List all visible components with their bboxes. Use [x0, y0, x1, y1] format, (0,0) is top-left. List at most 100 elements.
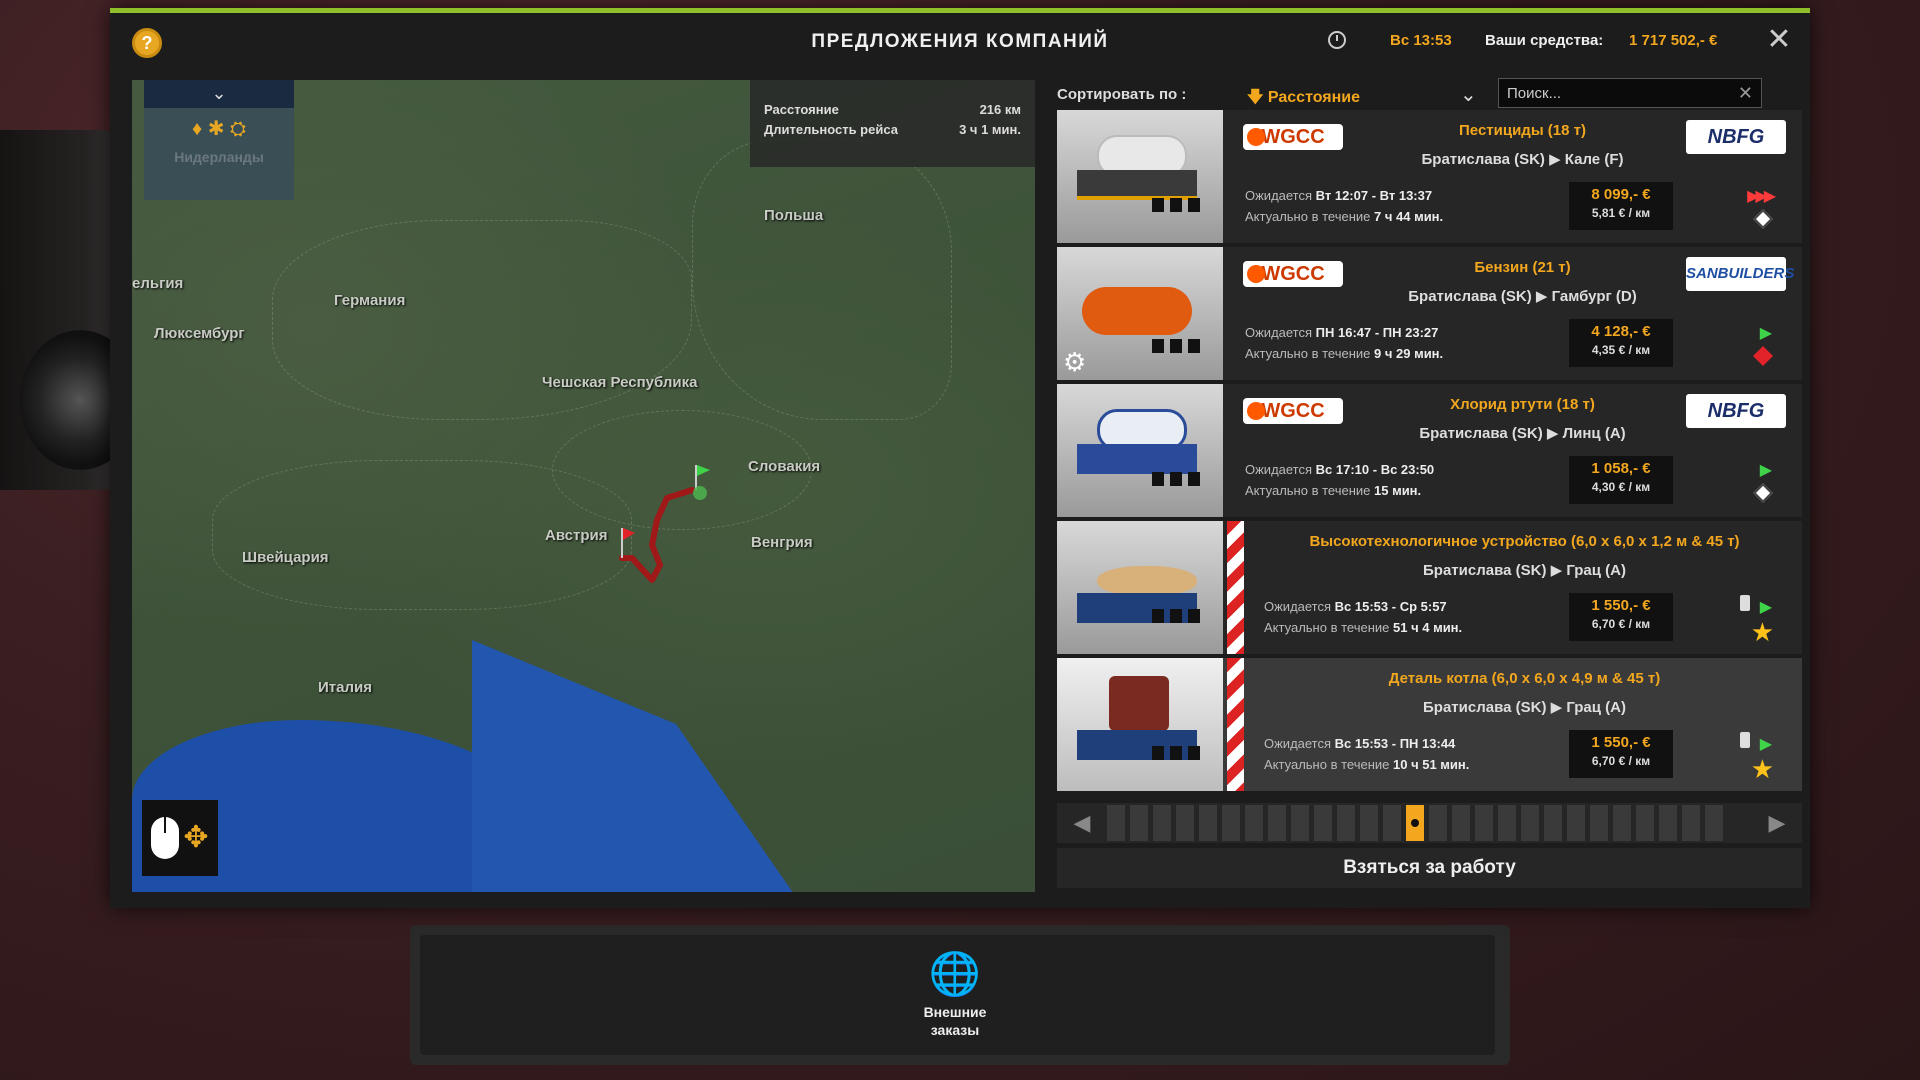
page-dot[interactable] [1682, 805, 1700, 841]
search-input[interactable]: Поиск... ✕ [1498, 78, 1762, 108]
page-dot-active[interactable] [1406, 805, 1424, 841]
cargo-name: Высокотехнологичное устройство (6,0 x 6,… [1309, 533, 1740, 550]
game-time: Вс 13:53 [1390, 32, 1452, 49]
page-dot[interactable] [1314, 805, 1332, 841]
page-dot[interactable] [1245, 805, 1263, 841]
trailer-thumbnail: ⚙ [1057, 247, 1223, 380]
funds-label: Ваши средства: [1485, 32, 1604, 49]
job-offer[interactable]: Высокотехнологичное устройство (6,0 x 6,… [1057, 521, 1802, 654]
job-offer[interactable]: ⚙ WGCC Бензин (21 т) Братислава (SK) ▶ Г… [1057, 247, 1802, 380]
page-dot[interactable] [1544, 805, 1562, 841]
destination-company-logo: NBFG [1686, 120, 1786, 154]
external-orders-button[interactable]: 🌐 Внешние заказы [905, 950, 1005, 1039]
play-icon: ▶ [1759, 462, 1772, 479]
page-dot[interactable] [1268, 805, 1286, 841]
special-transport-icon [1740, 732, 1750, 748]
job-price: 1 550,- € [1591, 734, 1651, 751]
page-dot[interactable] [1705, 805, 1723, 841]
page-dot[interactable] [1498, 805, 1516, 841]
map-label-netherlands: Нидерланды [174, 149, 264, 165]
mouse-icon [151, 817, 180, 859]
cargo-image [1109, 676, 1169, 731]
page-dot[interactable] [1429, 805, 1447, 841]
move-arrows-icon: ✥ [183, 821, 209, 854]
valid-time: Актуально в течение 15 мин. [1245, 483, 1422, 498]
play-icon: ▶ [1759, 736, 1772, 753]
page-dot[interactable] [1130, 805, 1148, 841]
cargo-image [1097, 566, 1197, 596]
job-offer[interactable]: WGCC Пестициды (18 т) Братислава (SK) ▶ … [1057, 110, 1802, 243]
page-dot[interactable] [1659, 805, 1677, 841]
page-dot[interactable] [1613, 805, 1631, 841]
sort-dropdown[interactable]: 🡇 Расстояние [1247, 80, 1487, 108]
tank-image [1082, 287, 1192, 335]
page-dot[interactable] [1567, 805, 1585, 841]
price-per-km: 4,35 € / км [1591, 343, 1651, 357]
close-button[interactable]: ✕ [1764, 25, 1794, 55]
job-offer-selected[interactable]: Деталь котла (6,0 x 6,0 x 4,9 м & 45 т) … [1057, 658, 1802, 791]
page-dots [1107, 805, 1752, 841]
trailer-image [1077, 444, 1197, 474]
special-transport-icon [1740, 595, 1750, 611]
urgent-icon: ▶▶▶ [1747, 188, 1776, 205]
gear-icon: ⚙ [1063, 347, 1087, 377]
trailer-thumbnail [1057, 658, 1223, 791]
page-dot[interactable] [1521, 805, 1539, 841]
page-dot[interactable] [1360, 805, 1378, 841]
clock-icon [1328, 31, 1346, 49]
price-per-km: 5,81 € / км [1591, 206, 1651, 220]
duration-label: Длительность рейса [764, 122, 898, 137]
page-dot[interactable] [1383, 805, 1401, 841]
page-dot[interactable] [1153, 805, 1171, 841]
sort-arrow-icon: 🡇 [1247, 89, 1268, 106]
route-info-panel: Расстояние 216 км Длительность рейса 3 ч… [750, 80, 1035, 167]
page-selector: ◀ ▶ [1057, 803, 1802, 843]
sort-selected: Расстояние [1267, 89, 1360, 106]
end-flag-icon [621, 528, 635, 558]
job-price: 4 128,- € [1591, 323, 1651, 340]
accept-job-button[interactable]: Взяться за работу [1057, 848, 1802, 888]
page-dot[interactable] [1199, 805, 1217, 841]
route-line [619, 465, 710, 583]
trailer-thumbnail [1057, 384, 1223, 517]
chevron-down-icon[interactable]: ⌄ [1460, 82, 1477, 107]
duration-value: 3 ч 1 мин. [959, 122, 1021, 137]
page-dot[interactable] [1176, 805, 1194, 841]
valid-time: Актуально в течение 7 ч 44 мин. [1245, 209, 1444, 224]
prev-page-button[interactable]: ◀ [1057, 810, 1107, 836]
hazard-diamond-icon [1753, 483, 1773, 503]
page-dot[interactable] [1452, 805, 1470, 841]
page-dot[interactable] [1107, 805, 1125, 841]
chevron-down-icon[interactable]: ⌄ [144, 80, 294, 108]
page-dot[interactable] [1590, 805, 1608, 841]
search-placeholder: Поиск... [1507, 85, 1562, 102]
job-offer[interactable]: WGCC Хлорид ртути (18 т) Братислава (SK)… [1057, 384, 1802, 517]
destination-company-logo: SANBUILDERS [1686, 257, 1794, 291]
expected-time: Ожидается ПН 16:47 - ПН 23:27 [1245, 325, 1439, 340]
job-list: WGCC Пестициды (18 т) Братислава (SK) ▶ … [1057, 110, 1802, 795]
page-dot[interactable] [1291, 805, 1309, 841]
job-route: Братислава (SK) ▶ Грац (A) [1423, 562, 1626, 579]
valid-time: Актуально в течение 51 ч 4 мин. [1264, 620, 1463, 635]
close-icon[interactable]: ✕ [1738, 83, 1753, 104]
play-icon: ▶ [1759, 599, 1772, 616]
trailer-thumbnail [1057, 110, 1223, 243]
next-page-button[interactable]: ▶ [1752, 810, 1802, 836]
job-route: Братислава (SK) ▶ Грац (A) [1423, 699, 1626, 716]
map-layer-filter[interactable]: ⌄ ♦ ✱ ⛭ Нидерланды [144, 80, 294, 200]
wheels-image [1152, 746, 1202, 760]
page-dot[interactable] [1636, 805, 1654, 841]
job-price: 1 058,- € [1591, 460, 1651, 477]
page-dot[interactable] [1475, 805, 1493, 841]
route-map[interactable]: Польша Германия ельгия Люксембург Чешска… [132, 80, 1035, 892]
page-dot[interactable] [1222, 805, 1240, 841]
job-price: 1 550,- € [1591, 597, 1651, 614]
valid-time: Актуально в течение 9 ч 29 мин. [1245, 346, 1444, 361]
globe-truck-icon: 🌐 [928, 950, 982, 997]
page-dot[interactable] [1337, 805, 1355, 841]
distance-label: Расстояние [764, 102, 839, 117]
window-header: ? ПРЕДЛОЖЕНИЯ КОМПАНИЙ Вс 13:53 Ваши сре… [110, 13, 1810, 71]
star-icon: ★ [1750, 754, 1774, 784]
cargo-name: Деталь котла (6,0 x 6,0 x 4,9 м & 45 т) [1388, 670, 1661, 687]
trailer-image [1077, 170, 1197, 200]
